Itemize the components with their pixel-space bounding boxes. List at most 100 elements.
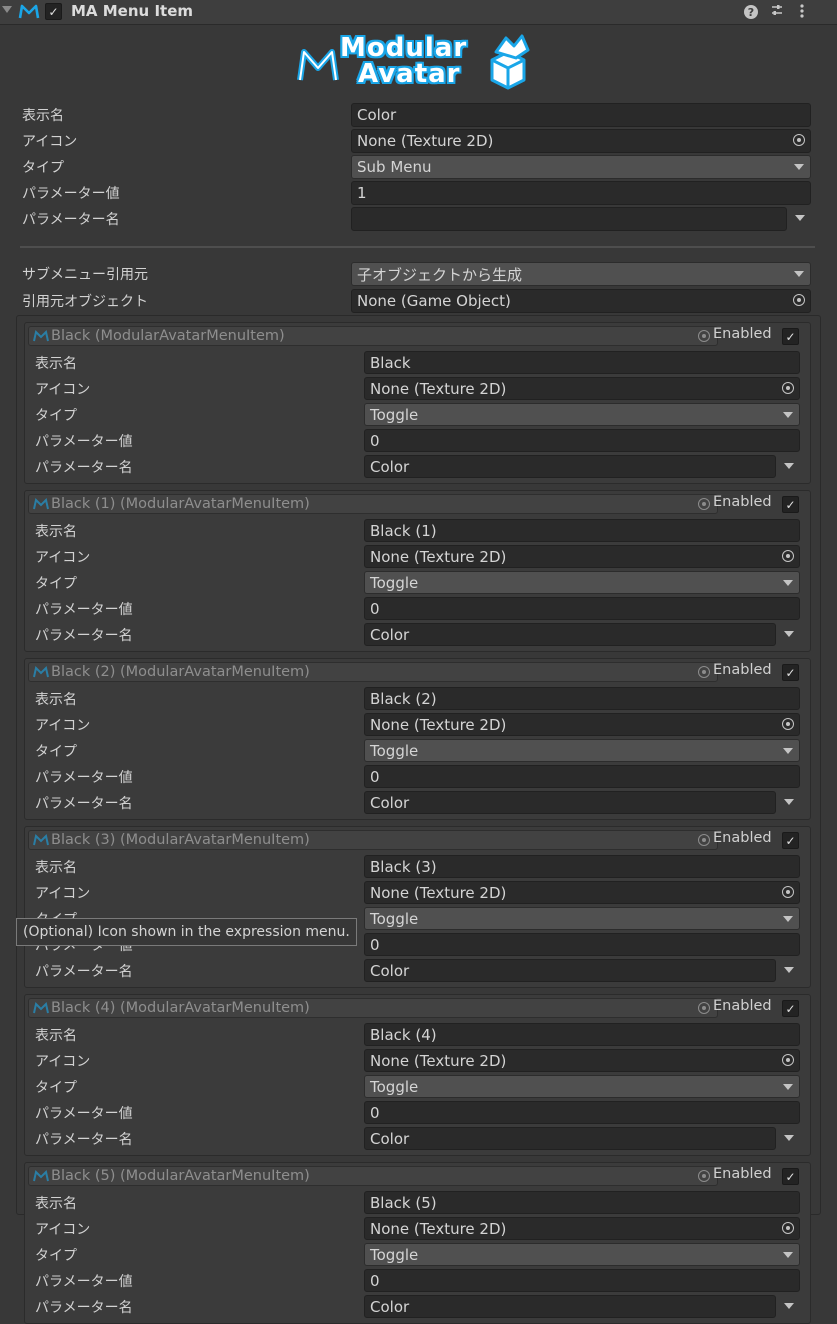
enabled-checkbox[interactable]: ✓	[782, 496, 799, 513]
child-display-name-field[interactable]: Black (1)	[364, 519, 800, 542]
param-name-field[interactable]	[351, 207, 787, 231]
child-type-dropdown[interactable]: Toggle	[364, 571, 800, 594]
type-dropdown[interactable]: Sub Menu	[351, 155, 811, 179]
more-options-icon[interactable]	[798, 3, 806, 23]
child-param-name-field[interactable]: Color	[364, 455, 776, 478]
object-picker-icon[interactable]	[782, 1054, 794, 1066]
child-icon-field[interactable]: None (Texture 2D)	[364, 881, 800, 904]
child-object-field[interactable]: Black (2) (ModularAvatarMenuItem)	[28, 662, 718, 682]
child-type-dropdown[interactable]: Toggle	[364, 403, 800, 426]
child-object-field[interactable]: Black (5) (ModularAvatarMenuItem)	[28, 1166, 718, 1186]
child-type-dropdown[interactable]: Toggle	[364, 1243, 800, 1266]
submenu-source-dropdown[interactable]: 子オブジェクトから生成	[351, 262, 811, 286]
object-picker-icon[interactable]	[698, 834, 710, 846]
param-value-field[interactable]: 1	[351, 181, 811, 205]
child-display-name-label: 表示名	[35, 1028, 77, 1044]
type-value: Sub Menu	[357, 158, 432, 176]
child-type-value: Toggle	[370, 1077, 419, 1096]
object-picker-icon[interactable]	[782, 718, 794, 730]
child-icon-field[interactable]: None (Texture 2D)	[364, 1049, 800, 1072]
icon-label: アイコン	[22, 134, 78, 150]
child-param-value-field[interactable]: 0	[364, 1101, 800, 1124]
chevron-down-icon	[794, 271, 804, 277]
child-type-dropdown[interactable]: Toggle	[364, 907, 800, 930]
param-name-dropdown-arrow-icon[interactable]	[784, 463, 794, 469]
child-display-name-field[interactable]: Black (3)	[364, 855, 800, 878]
settings-sliders-icon[interactable]	[770, 3, 784, 21]
object-picker-icon[interactable]	[698, 1002, 710, 1014]
source-object-field[interactable]: None (Game Object)	[351, 289, 811, 313]
component-enabled-checkbox[interactable]: ✓	[45, 3, 62, 20]
chevron-down-icon	[783, 1084, 793, 1090]
param-name-dropdown-arrow-icon[interactable]	[784, 967, 794, 973]
child-param-name-field[interactable]: Color	[364, 1127, 776, 1150]
child-param-value-field[interactable]: 0	[364, 933, 800, 956]
child-menu-item: Black (3) (ModularAvatarMenuItem) Enabled…	[24, 826, 811, 988]
chevron-down-icon	[794, 164, 804, 170]
object-picker-icon[interactable]	[793, 294, 805, 306]
child-object-field[interactable]: Black (4) (ModularAvatarMenuItem)	[28, 998, 718, 1018]
object-picker-icon[interactable]	[782, 382, 794, 394]
child-param-name-field[interactable]: Color	[364, 1295, 776, 1318]
enabled-checkbox[interactable]: ✓	[782, 664, 799, 681]
child-icon-field[interactable]: None (Texture 2D)	[364, 1217, 800, 1240]
child-display-name-field[interactable]: Black (5)	[364, 1191, 800, 1214]
param-name-dropdown-arrow-icon[interactable]	[784, 631, 794, 637]
enabled-checkbox[interactable]: ✓	[782, 832, 799, 849]
object-picker-icon[interactable]	[698, 666, 710, 678]
object-picker-icon[interactable]	[698, 330, 710, 342]
display-name-field[interactable]: Color	[351, 103, 811, 127]
child-display-name-field[interactable]: Black (2)	[364, 687, 800, 710]
icon-field[interactable]: None (Texture 2D)	[351, 129, 811, 153]
child-icon-field[interactable]: None (Texture 2D)	[364, 545, 800, 568]
child-param-name-field[interactable]: Color	[364, 959, 776, 982]
enabled-checkbox[interactable]: ✓	[782, 1000, 799, 1017]
child-param-name-field[interactable]: Color	[364, 623, 776, 646]
child-type-dropdown[interactable]: Toggle	[364, 1075, 800, 1098]
child-param-value-field[interactable]: 0	[364, 765, 800, 788]
object-picker-icon[interactable]	[793, 134, 805, 146]
child-icon-field[interactable]: None (Texture 2D)	[364, 377, 800, 400]
object-picker-icon[interactable]	[782, 886, 794, 898]
child-display-name-field[interactable]: Black	[364, 351, 800, 374]
object-picker-icon[interactable]	[698, 498, 710, 510]
help-icon[interactable]: ?	[744, 5, 758, 19]
child-display-name-field[interactable]: Black (4)	[364, 1023, 800, 1046]
child-param-value-field[interactable]: 0	[364, 429, 800, 452]
object-picker-icon[interactable]	[698, 1170, 710, 1182]
child-object-field[interactable]: Black (1) (ModularAvatarMenuItem)	[28, 494, 718, 514]
child-object-field[interactable]: Black (ModularAvatarMenuItem)	[28, 326, 718, 346]
enabled-checkbox[interactable]: ✓	[782, 1168, 799, 1185]
child-object-name: Black (2) (ModularAvatarMenuItem)	[51, 664, 310, 680]
child-type-dropdown[interactable]: Toggle	[364, 739, 800, 762]
child-param-value-value: 0	[370, 767, 380, 786]
child-param-value-field[interactable]: 0	[364, 597, 800, 620]
modular-avatar-component-icon	[18, 3, 40, 25]
child-object-field[interactable]: Black (3) (ModularAvatarMenuItem)	[28, 830, 718, 850]
enabled-label: Enabled	[713, 830, 772, 846]
enabled-checkbox[interactable]: ✓	[782, 328, 799, 345]
param-name-dropdown-arrow-icon[interactable]	[784, 1135, 794, 1141]
param-name-dropdown-arrow-icon[interactable]	[795, 215, 805, 221]
child-param-value-label: パラメーター値	[35, 770, 133, 786]
object-picker-icon[interactable]	[782, 550, 794, 562]
child-param-name-label: パラメーター名	[35, 628, 133, 644]
component-title: MA Menu Item	[71, 2, 193, 20]
child-param-value-field[interactable]: 0	[364, 1269, 800, 1292]
child-display-name-value: Black (2)	[370, 689, 437, 708]
child-param-name-field[interactable]: Color	[364, 791, 776, 814]
param-name-label: パラメーター名	[22, 212, 120, 228]
chevron-down-icon	[783, 748, 793, 754]
child-param-value-label: パラメーター値	[35, 434, 133, 450]
param-name-dropdown-arrow-icon[interactable]	[784, 1303, 794, 1309]
child-type-label: タイプ	[35, 744, 77, 760]
child-type-value: Toggle	[370, 1245, 419, 1264]
object-picker-icon[interactable]	[782, 1222, 794, 1234]
child-icon-field[interactable]: None (Texture 2D)	[364, 713, 800, 736]
child-param-name-value: Color	[370, 1129, 410, 1148]
foldout-arrow-icon[interactable]	[2, 6, 12, 13]
child-param-value-label: パラメーター値	[35, 1274, 133, 1290]
child-display-name-label: 表示名	[35, 692, 77, 708]
param-name-dropdown-arrow-icon[interactable]	[784, 799, 794, 805]
child-display-name-label: 表示名	[35, 356, 77, 372]
